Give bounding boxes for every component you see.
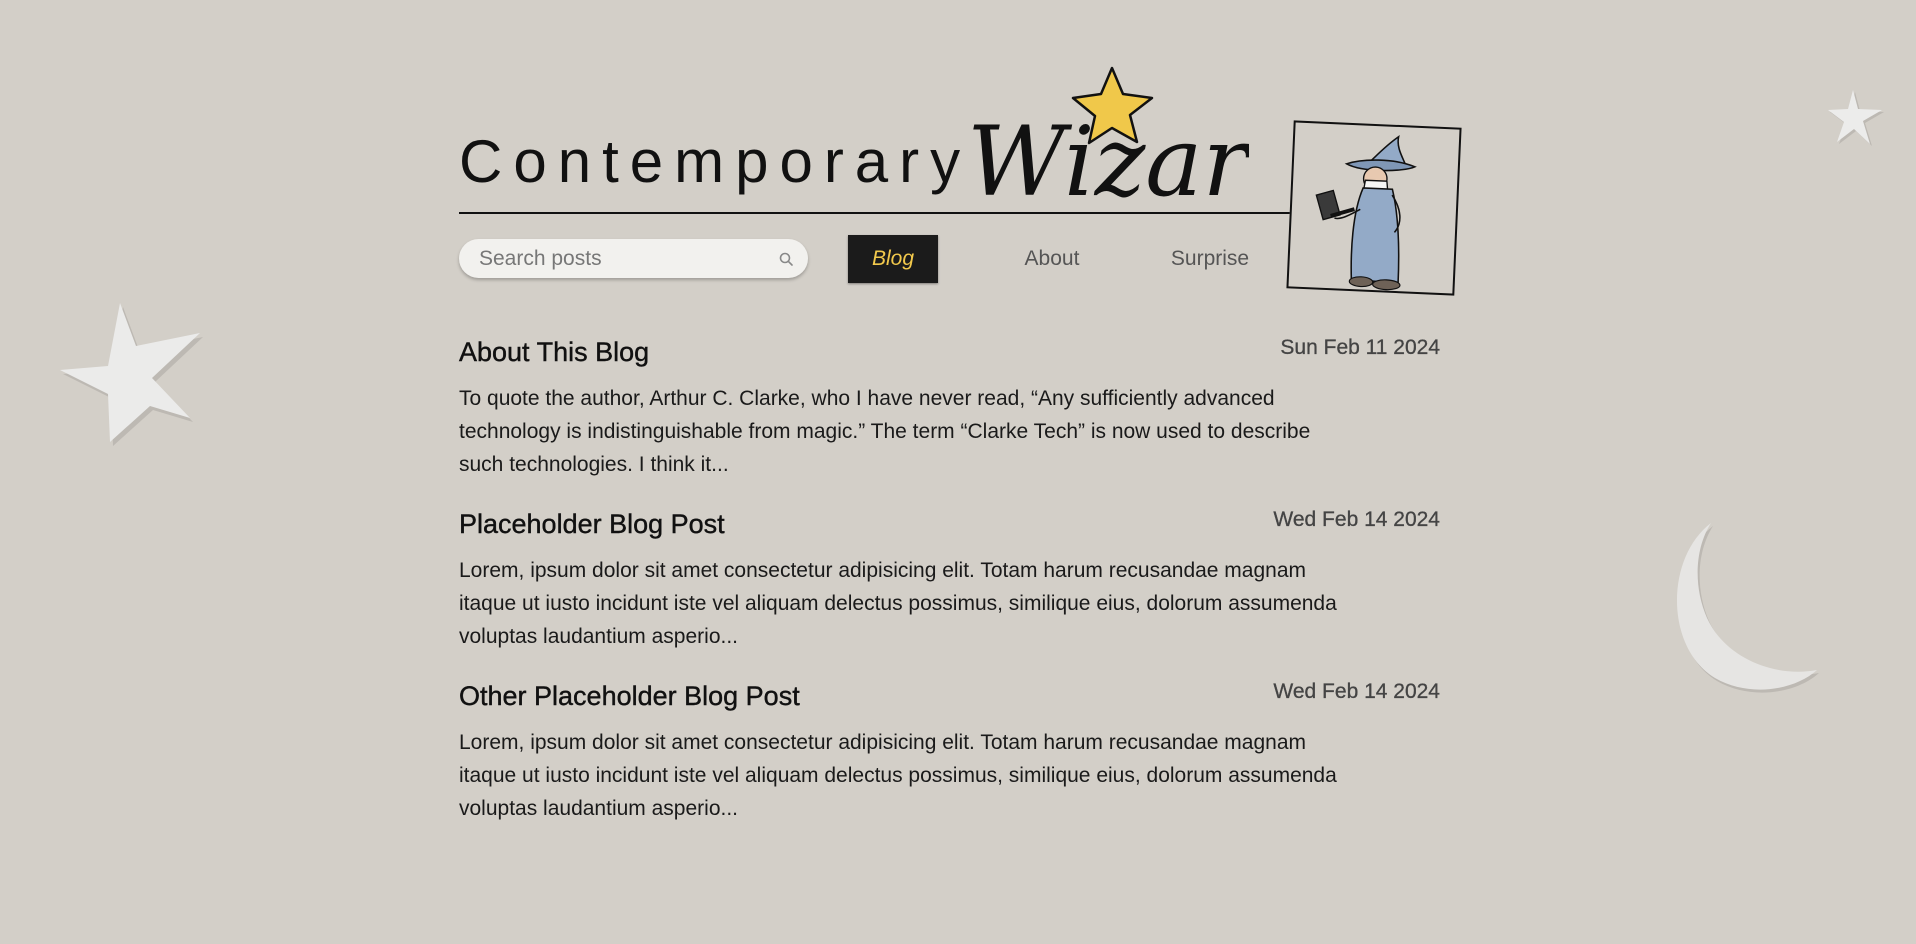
header-divider bbox=[459, 212, 1293, 214]
page: Contemporary Wizard bbox=[0, 0, 1916, 944]
post-date: Wed Feb 14 2024 bbox=[1273, 508, 1440, 531]
post-item: Placeholder Blog Post Wed Feb 14 2024 Lo… bbox=[459, 502, 1449, 674]
moon-icon bbox=[1676, 523, 1819, 693]
post-item: About This Blog Sun Feb 11 2024 To quote… bbox=[459, 330, 1449, 502]
post-excerpt: Lorem, ipsum dolor sit amet consectetur … bbox=[459, 731, 1337, 820]
post-title[interactable]: Placeholder Blog Post bbox=[459, 509, 725, 540]
post-title[interactable]: About This Blog bbox=[459, 337, 650, 368]
search-icon[interactable] bbox=[778, 251, 794, 267]
nav-about[interactable]: About bbox=[1002, 235, 1102, 283]
wizard-portrait bbox=[1286, 120, 1462, 296]
nav-surprise[interactable]: Surprise bbox=[1155, 235, 1265, 283]
post-date: Wed Feb 14 2024 bbox=[1273, 680, 1440, 703]
wizard-illustration bbox=[1315, 135, 1417, 291]
post-date: Sun Feb 11 2024 bbox=[1280, 336, 1440, 359]
post-list: About This Blog Sun Feb 11 2024 To quote… bbox=[459, 330, 1449, 846]
search-box[interactable] bbox=[459, 239, 808, 278]
nav-blog[interactable]: Blog bbox=[848, 235, 938, 283]
site-title-script-text: Wizard bbox=[967, 106, 1249, 210]
search-input[interactable] bbox=[477, 245, 778, 272]
site-title-script: Wizard bbox=[967, 66, 1249, 210]
post-item: Other Placeholder Blog Post Wed Feb 14 2… bbox=[459, 674, 1449, 846]
star-icon bbox=[1828, 90, 1884, 146]
site-title: Contemporary bbox=[459, 128, 972, 195]
post-excerpt: Lorem, ipsum dolor sit amet consectetur … bbox=[459, 559, 1337, 648]
star-icon bbox=[60, 303, 203, 446]
post-title[interactable]: Other Placeholder Blog Post bbox=[459, 681, 800, 712]
post-excerpt: To quote the author, Arthur C. Clarke, w… bbox=[459, 387, 1311, 476]
